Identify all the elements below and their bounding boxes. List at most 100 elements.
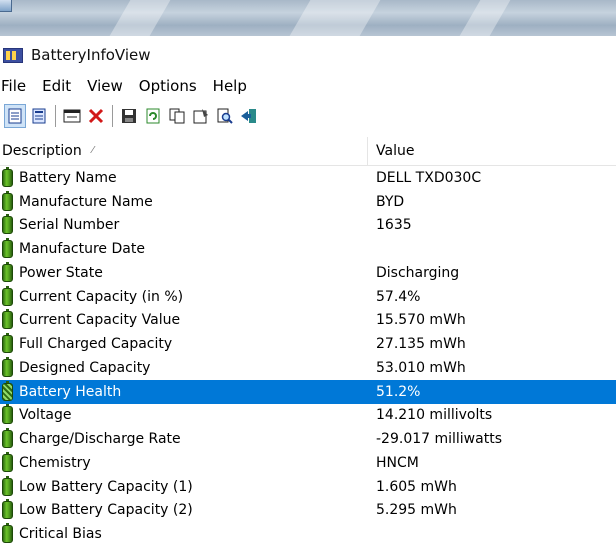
sort-indicator-icon: ⁄ — [92, 145, 94, 156]
menu-edit[interactable]: Edit — [42, 77, 80, 95]
description-text: Chemistry — [19, 454, 91, 471]
description-cell: Battery Name — [0, 166, 368, 187]
list-item[interactable]: Chemistry HNCM — [0, 451, 616, 475]
properties-view-icon[interactable] — [28, 104, 50, 128]
column-header-description-label: Description — [2, 143, 82, 159]
menu-help[interactable]: Help — [213, 77, 256, 95]
description-text: Critical Bias — [19, 526, 102, 543]
list-item[interactable]: Manufacture Date — [0, 237, 616, 261]
description-cell: Low Battery Capacity (1) — [0, 475, 368, 496]
description-cell: Manufacture Name — [0, 190, 368, 211]
value-cell: 14.210 millivolts — [376, 407, 493, 424]
description-cell: Low Battery Capacity (2) — [0, 499, 368, 520]
column-header-description[interactable]: Description ⁄ — [0, 137, 368, 165]
value-cell: BYD — [376, 193, 405, 210]
description-text: Charge/Discharge Rate — [19, 431, 181, 448]
battery-icon — [2, 451, 13, 472]
battery-icon — [2, 166, 13, 187]
description-text: Current Capacity Value — [19, 312, 181, 329]
value-cell: 1.605 mWh — [376, 478, 457, 495]
list-item[interactable]: Voltage 14.210 millivolts — [0, 404, 616, 428]
window-icon[interactable] — [61, 104, 83, 128]
battery-icon — [2, 333, 13, 354]
list-item[interactable]: Charge/Discharge Rate -29.017 milliwatts — [0, 427, 616, 451]
find-icon[interactable] — [214, 104, 236, 128]
toolbar-separator — [112, 105, 113, 127]
value-cell: 57.4% — [376, 288, 421, 305]
battery-icon — [2, 238, 13, 259]
battery-icon — [2, 404, 13, 425]
description-text: Power State — [19, 264, 103, 281]
battery-icon — [2, 523, 13, 544]
refresh-icon[interactable] — [142, 104, 164, 128]
value-cell: 5.295 mWh — [376, 502, 457, 519]
battery-icon — [2, 356, 13, 377]
value-cell: -29.017 milliwatts — [376, 431, 502, 448]
toolbar-separator — [55, 105, 56, 127]
description-cell: Current Capacity (in %) — [0, 285, 368, 306]
description-text: Manufacture Date — [19, 241, 145, 258]
menu-view[interactable]: View — [87, 77, 132, 95]
value-cell: 1635 — [376, 217, 412, 234]
battery-info-list[interactable]: Description ⁄ Value Battery Name DELL TXD… — [0, 137, 616, 552]
description-cell: Battery Health — [0, 380, 368, 401]
battery-icon — [2, 309, 13, 330]
description-text: Battery Name — [19, 169, 117, 186]
column-header-value[interactable]: Value — [368, 137, 616, 165]
delete-icon[interactable] — [85, 104, 107, 128]
list-item[interactable]: Power State Discharging — [0, 261, 616, 285]
exit-icon[interactable] — [238, 104, 260, 128]
menu-file[interactable]: File — [0, 77, 35, 95]
list-view-icon[interactable] — [4, 104, 26, 128]
list-item[interactable]: Current Capacity Value 15.570 mWh — [0, 309, 616, 333]
list-item[interactable]: Critical Bias — [0, 522, 616, 546]
window-title: BatteryInfoView — [31, 46, 151, 64]
battery-icon — [2, 261, 13, 282]
list-item[interactable]: Low Battery Capacity (1) 1.605 mWh — [0, 475, 616, 499]
description-text: Current Capacity (in %) — [19, 288, 184, 305]
description-cell: Critical Bias — [0, 523, 368, 544]
save-icon[interactable] — [118, 104, 140, 128]
description-text: Voltage — [19, 407, 72, 424]
description-cell: Manufacture Date — [0, 238, 368, 259]
value-cell: 51.2% — [376, 383, 421, 400]
column-header-value-label: Value — [376, 143, 415, 159]
app-icon — [3, 47, 23, 63]
description-cell: Designed Capacity — [0, 356, 368, 377]
description-text: Manufacture Name — [19, 193, 153, 210]
desktop-app-icon[interactable] — [0, 0, 12, 12]
menu-bar: File Edit View Options Help — [0, 74, 616, 98]
list-item[interactable]: Battery Health 51.2% — [0, 379, 616, 404]
battery-icon — [2, 285, 13, 306]
properties-icon[interactable] — [190, 104, 212, 128]
battery-icon — [2, 499, 13, 520]
toolbar — [0, 99, 616, 133]
value-cell: 27.135 mWh — [376, 336, 466, 353]
description-cell: Power State — [0, 261, 368, 282]
list-item[interactable]: Serial Number 1635 — [0, 214, 616, 238]
list-item[interactable]: Manufacture Name BYD — [0, 190, 616, 214]
list-item[interactable]: Battery Name DELL TXD030C — [0, 166, 616, 190]
battery-icon — [2, 380, 13, 401]
value-cell: Discharging — [376, 264, 460, 281]
description-text: Low Battery Capacity (2) — [19, 502, 193, 519]
battery-icon — [2, 475, 13, 496]
value-cell: 53.010 mWh — [376, 359, 466, 376]
description-text: Battery Health — [19, 383, 122, 400]
description-text: Low Battery Capacity (1) — [19, 478, 193, 495]
description-text: Serial Number — [19, 217, 120, 234]
copy-icon[interactable] — [166, 104, 188, 128]
description-cell: Voltage — [0, 404, 368, 425]
list-item[interactable]: Current Capacity (in %) 57.4% — [0, 285, 616, 309]
desktop-streak — [289, 0, 381, 36]
list-item[interactable]: Full Charged Capacity 27.135 mWh — [0, 332, 616, 356]
list-item[interactable]: Low Battery Capacity (2) 5.295 mWh — [0, 499, 616, 523]
title-bar: BatteryInfoView — [0, 36, 616, 74]
battery-icon — [2, 190, 13, 211]
description-cell: Serial Number — [0, 214, 368, 235]
description-cell: Charge/Discharge Rate — [0, 428, 368, 449]
list-item[interactable]: Designed Capacity 53.010 mWh — [0, 356, 616, 380]
battery-icon — [2, 214, 13, 235]
menu-options[interactable]: Options — [139, 77, 206, 95]
value-cell: HNCM — [376, 454, 419, 471]
